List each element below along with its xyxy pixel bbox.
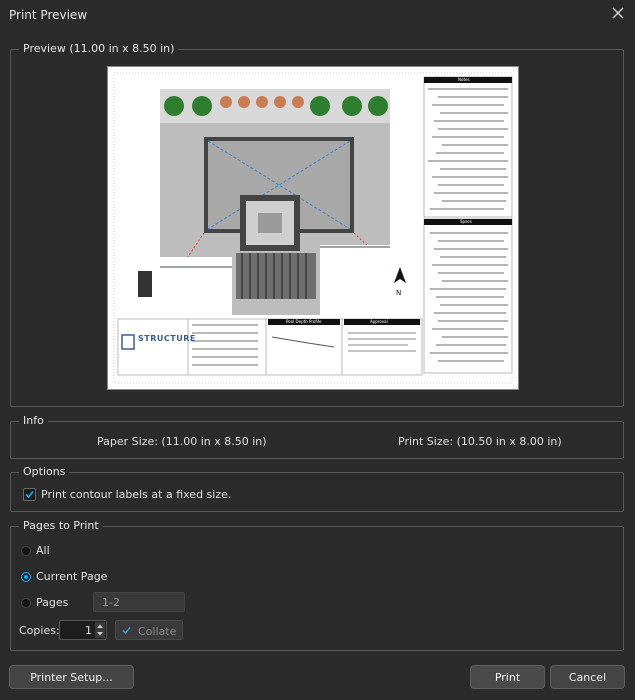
sheet-notes-title: Notes bbox=[458, 77, 470, 82]
radio-pages[interactable] bbox=[21, 598, 31, 608]
radio-pages-label: Pages bbox=[36, 596, 69, 609]
copies-label: Copies: bbox=[19, 624, 60, 637]
sheet-profile-title: Pool Depth Profile bbox=[286, 319, 322, 324]
options-group: Options Print contour labels at a fixed … bbox=[10, 465, 624, 512]
sheet-approval-title: Approval bbox=[370, 319, 388, 324]
sheet-logo-text: STRUCTURE bbox=[138, 334, 196, 343]
checkmark-icon bbox=[25, 490, 34, 499]
close-icon[interactable] bbox=[609, 4, 627, 22]
stepper-arrows-icon[interactable] bbox=[95, 622, 105, 638]
radio-current-page[interactable] bbox=[21, 572, 31, 582]
fixed-labels-label: Print contour labels at a fixed size. bbox=[41, 488, 232, 501]
title-bar: Print Preview bbox=[0, 0, 635, 30]
paper-size-text: Paper Size: (11.00 in x 8.50 in) bbox=[97, 435, 267, 448]
options-legend: Options bbox=[19, 465, 70, 478]
pages-range-input[interactable]: 1-2 bbox=[93, 592, 185, 612]
radio-all[interactable] bbox=[21, 546, 31, 556]
collate-checkbox[interactable]: Collate bbox=[115, 620, 183, 640]
printer-setup-button[interactable]: Printer Setup... bbox=[9, 665, 134, 689]
window-title: Print Preview bbox=[9, 8, 88, 22]
radio-all-label: All bbox=[36, 544, 50, 557]
info-legend: Info bbox=[19, 414, 48, 427]
preview-page: N STRUCTURE Notes Specs Pool Depth Profi… bbox=[107, 66, 519, 390]
svg-text:N: N bbox=[396, 289, 401, 297]
print-size-text: Print Size: (10.50 in x 8.00 in) bbox=[398, 435, 562, 448]
pages-to-print-group: Pages to Print All Current Page Pages 1-… bbox=[10, 519, 624, 651]
copies-stepper[interactable]: 1 bbox=[59, 620, 107, 640]
preview-group: Preview (11.00 in x 8.50 in) N STRUCTURE… bbox=[10, 42, 624, 407]
checkmark-icon bbox=[122, 626, 131, 635]
fixed-labels-checkbox[interactable] bbox=[23, 488, 36, 501]
copies-value: 1 bbox=[85, 624, 92, 637]
pages-to-print-legend: Pages to Print bbox=[19, 519, 103, 532]
radio-current-page-label: Current Page bbox=[36, 570, 108, 583]
preview-legend: Preview (11.00 in x 8.50 in) bbox=[19, 42, 179, 55]
cancel-button[interactable]: Cancel bbox=[550, 665, 625, 689]
info-group: Info Paper Size: (11.00 in x 8.50 in) Pr… bbox=[10, 414, 624, 459]
collate-label: Collate bbox=[138, 625, 177, 638]
sheet-specs-title: Specs bbox=[460, 219, 472, 224]
print-button[interactable]: Print bbox=[470, 665, 545, 689]
